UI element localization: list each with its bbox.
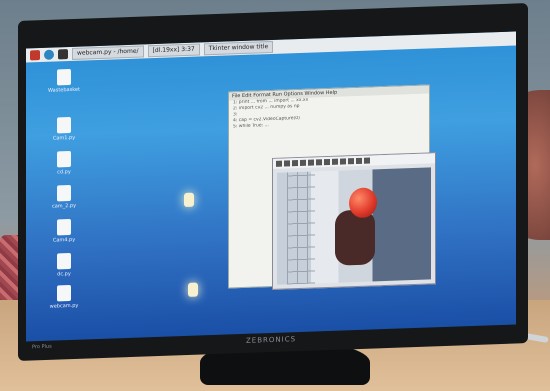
taskbar-button-shell[interactable]: [dl.19xx] 3:37	[147, 43, 200, 58]
desktop-icon[interactable]: cd.py	[44, 150, 84, 176]
tool-icon[interactable]	[356, 157, 362, 165]
camera-feed	[277, 167, 431, 285]
tool-icon[interactable]	[364, 157, 370, 164]
camera-preview-window[interactable]	[272, 152, 436, 290]
file-icon	[57, 184, 71, 202]
tool-icon[interactable]	[324, 158, 330, 166]
screen: webcam.py - /home/ [dl.19xx] 3:37 Tkinte…	[26, 31, 516, 342]
hand-in-feed	[335, 209, 375, 266]
desktop-icon[interactable]: Cam1.py	[44, 116, 84, 142]
taskbar-button-camera[interactable]: Tkinter window title	[203, 40, 274, 56]
desktop-icon[interactable]: dc.py	[44, 252, 84, 278]
desktop-icon[interactable]: Cam4.py	[44, 218, 84, 244]
terminal-icon[interactable]	[58, 49, 68, 60]
lantern	[184, 192, 194, 208]
desktop-icon[interactable]: Wastebasket	[44, 68, 84, 94]
file-icon	[57, 218, 71, 236]
file-icon	[57, 116, 71, 134]
file-icon	[57, 252, 71, 270]
monitor-model: Pro Plus	[32, 343, 52, 351]
browser-icon[interactable]	[44, 49, 54, 60]
tool-icon[interactable]	[348, 158, 354, 165]
tool-icon[interactable]	[308, 159, 314, 166]
taskbar-button-editor[interactable]: webcam.py - /home/	[72, 45, 144, 60]
file-icon	[57, 150, 71, 168]
tool-icon[interactable]	[284, 160, 290, 167]
tool-icon[interactable]	[316, 159, 322, 166]
monitor-brand: ZEBRONICS	[246, 335, 297, 345]
desktop-icons: Wastebasket Cam1.py cd.py cam_2.py Cam4.…	[44, 68, 84, 310]
tool-icon[interactable]	[332, 158, 338, 165]
tool-icon[interactable]	[276, 160, 282, 167]
lantern	[188, 282, 198, 297]
desktop-icon[interactable]: cam_2.py	[44, 184, 84, 210]
tool-icon[interactable]	[292, 160, 298, 167]
red-ball	[349, 187, 377, 219]
tool-icon[interactable]	[300, 159, 306, 166]
trash-icon	[57, 68, 71, 86]
file-icon	[57, 284, 71, 302]
desktop-icon[interactable]: webcam.py	[44, 284, 84, 310]
raspberry-icon[interactable]	[30, 50, 40, 61]
window-grille	[287, 171, 315, 285]
tool-icon[interactable]	[340, 158, 346, 165]
